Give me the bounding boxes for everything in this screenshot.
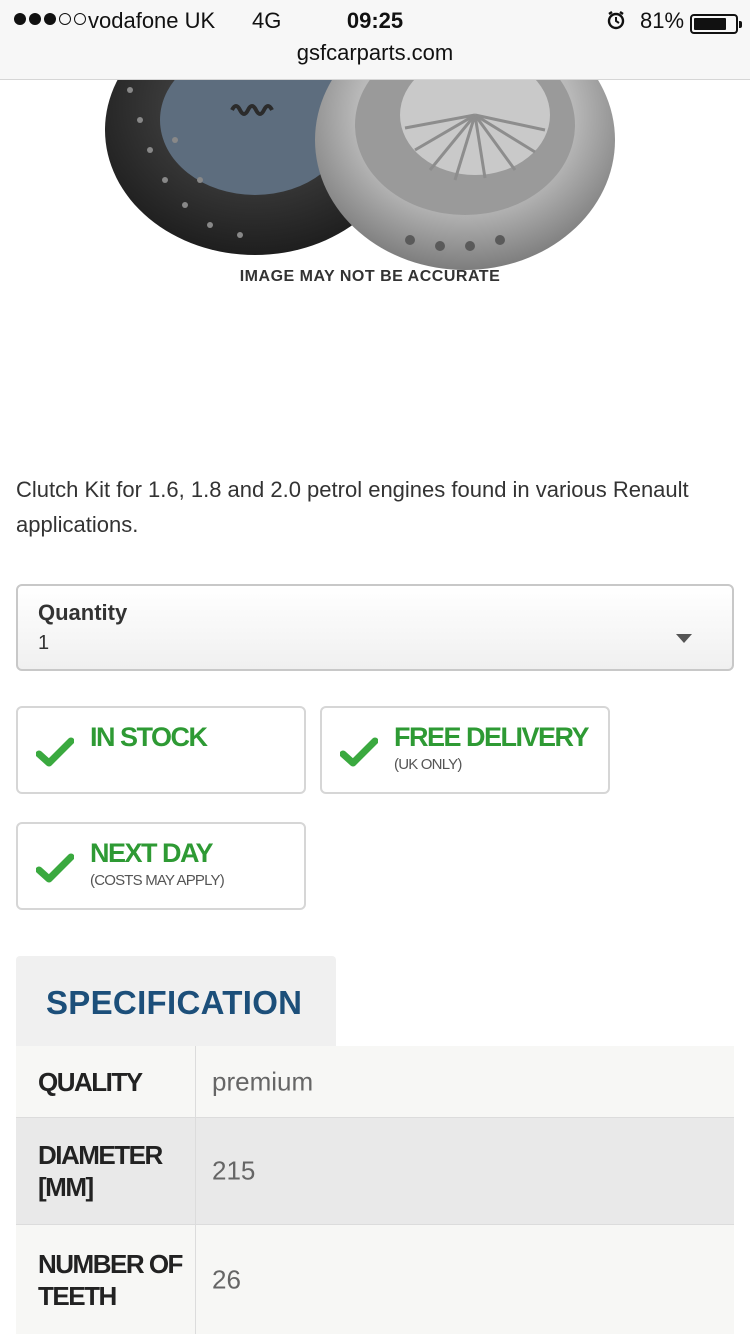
product-image: IMAGE MAY NOT BE ACCURATE bbox=[0, 80, 750, 340]
spec-value: premium bbox=[212, 1066, 314, 1096]
checkmark-icon bbox=[36, 737, 74, 767]
checkmark-icon bbox=[340, 737, 378, 767]
image-caption: IMAGE MAY NOT BE ACCURATE bbox=[240, 268, 501, 285]
next-day-badge: NEXT DAY (COSTS MAY APPLY) bbox=[16, 822, 306, 910]
status-bar: vodafone UK 4G 09:25 81% bbox=[0, 4, 750, 36]
battery-icon bbox=[690, 14, 742, 34]
browser-top-bar: vodafone UK 4G 09:25 81% gsfcarparts.com bbox=[0, 0, 750, 80]
url-bar[interactable]: gsfcarparts.com bbox=[0, 40, 750, 66]
spec-key: NUMBER OF TEETH bbox=[38, 1248, 183, 1311]
badge-title: NEXT DAY bbox=[90, 838, 214, 868]
spec-value: 26 bbox=[212, 1264, 241, 1294]
battery-percent: 81% bbox=[640, 8, 685, 33]
table-row: DIAMETER [MM] 215 bbox=[16, 1118, 734, 1225]
quantity-select[interactable]: Quantity 1 bbox=[16, 584, 734, 671]
badge-title: IN STOCK bbox=[90, 722, 208, 752]
badge-subtitle: (COSTS MAY APPLY) bbox=[90, 872, 225, 889]
specification-heading: SPECIFICATION bbox=[46, 984, 303, 1021]
quantity-value: 1 bbox=[38, 632, 50, 654]
product-description: Clutch Kit for 1.6, 1.8 and 2.0 petrol e… bbox=[16, 477, 689, 537]
checkmark-icon bbox=[36, 853, 74, 883]
alarm-icon bbox=[607, 11, 625, 30]
table-row: QUALITY premium bbox=[16, 1046, 734, 1118]
status-time: 09:25 bbox=[346, 8, 404, 33]
badge-subtitle: (UK ONLY) bbox=[394, 756, 462, 773]
spec-key: QUALITY bbox=[38, 1066, 143, 1097]
tab-specification[interactable]: SPECIFICATION bbox=[16, 956, 336, 1048]
badge-title: FREE DELIVERY bbox=[394, 722, 590, 752]
free-delivery-badge: FREE DELIVERY (UK ONLY) bbox=[320, 706, 610, 794]
spec-value: 215 bbox=[212, 1155, 256, 1186]
quantity-label: Quantity bbox=[38, 600, 128, 625]
spec-key: DIAMETER [MM] bbox=[38, 1140, 163, 1202]
clutch-kit-image: IMAGE MAY NOT BE ACCURATE bbox=[105, 80, 615, 285]
table-row: NUMBER OF TEETH 26 bbox=[16, 1225, 734, 1334]
chevron-down-icon bbox=[676, 634, 692, 643]
in-stock-badge: IN STOCK bbox=[16, 706, 306, 794]
